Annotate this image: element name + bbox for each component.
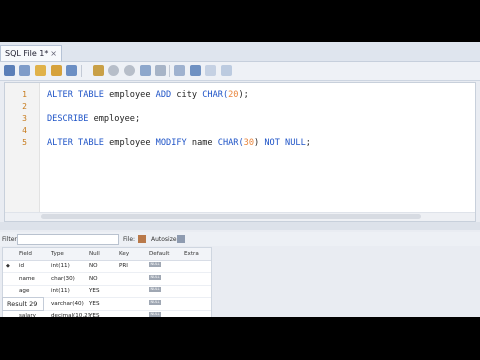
table-cell[interactable]: int(11) [51, 288, 70, 294]
result-filter-bar: Filter: File: Autosize: [0, 232, 480, 246]
toolbar [0, 62, 480, 81]
code-line[interactable]: ALTER TABLE employee ADD city CHAR(20); [47, 90, 249, 100]
tab-sql-file[interactable]: SQL File 1* × [0, 45, 62, 61]
sql-keyword: MODIFY [155, 138, 187, 148]
sql-keyword: CHAR( [202, 90, 229, 100]
refresh-icon[interactable] [124, 65, 135, 76]
null-badge: NULL [149, 274, 161, 280]
open-icon[interactable] [19, 65, 30, 76]
new-sql-icon[interactable] [4, 65, 15, 76]
column-header[interactable]: Extra [184, 251, 199, 257]
code-line[interactable]: ALTER TABLE employee MODIFY name CHAR(30… [47, 138, 311, 148]
sql-text: ; [305, 138, 311, 148]
table-cell[interactable]: int(11) [51, 263, 70, 269]
execute-current-icon[interactable] [51, 65, 62, 76]
null-badge: NULL [149, 299, 161, 305]
sql-number: 30 [243, 138, 254, 148]
lightning-execute-icon[interactable] [35, 65, 46, 76]
sql-keyword: ADD [155, 90, 172, 100]
table-cell[interactable]: varchar(40) [51, 301, 84, 307]
sql-text: ); [238, 90, 249, 100]
invisibles-icon[interactable] [221, 65, 232, 76]
sql-keyword: ALTER TABLE [47, 90, 104, 100]
table-cell[interactable]: name [19, 276, 35, 282]
autocommit-icon[interactable] [140, 65, 151, 76]
letterbox-bottom [0, 317, 480, 360]
sql-keyword: CHAR( [217, 138, 244, 148]
result-tab[interactable]: Result 29 [2, 297, 44, 311]
code-line[interactable]: DESCRIBE employee; [47, 114, 140, 124]
sql-text: employee [103, 90, 156, 100]
tab-bar: SQL File 1* × [0, 42, 480, 62]
sql-keyword: NOT NULL [259, 138, 306, 148]
autosize-label: Autosize: [151, 236, 179, 243]
table-cell[interactable]: YES [89, 288, 100, 294]
explain-icon[interactable] [66, 65, 77, 76]
table-cell[interactable]: NO [89, 263, 98, 269]
table-cell[interactable]: YES [89, 301, 100, 307]
current-row-marker-icon: ◆ [6, 263, 10, 269]
column-header[interactable]: Null [89, 251, 100, 257]
table-row[interactable]: name char(30) NO NULL [3, 273, 211, 286]
sql-keyword: ALTER TABLE [47, 138, 104, 148]
column-header[interactable]: Key [119, 251, 129, 257]
line-number: 2 [22, 102, 27, 111]
find-icon[interactable] [174, 65, 185, 76]
column-header[interactable]: Field [19, 251, 32, 257]
file-label: File: [123, 236, 136, 243]
sql-text: employee; [88, 114, 141, 124]
toolbar-separator [81, 65, 82, 77]
result-tab-label: Result 29 [7, 300, 38, 308]
word-wrap-icon[interactable] [190, 65, 201, 76]
line-number: 1 [22, 90, 27, 99]
table-cell[interactable]: NO [89, 276, 98, 282]
toggle-icon[interactable] [108, 65, 119, 76]
table-cell[interactable]: id [19, 263, 24, 269]
line-number: 4 [22, 126, 27, 135]
table-cell[interactable]: char(30) [51, 276, 75, 282]
autosize-icon[interactable] [177, 235, 185, 243]
sql-number: 20 [228, 90, 239, 100]
filter-input[interactable] [17, 234, 119, 245]
sql-text: city [171, 90, 203, 100]
sql-editor[interactable]: 1 ALTER TABLE employee ADD city CHAR(20);… [4, 82, 476, 222]
line-number: 3 [22, 114, 27, 123]
horizontal-scrollbar[interactable] [5, 212, 475, 221]
tab-label: SQL File 1* [5, 49, 49, 58]
table-row[interactable]: salary decimal(10,2) YES NULL [3, 310, 211, 317]
panel-splitter[interactable] [0, 222, 480, 230]
scrollbar-thumb[interactable] [41, 214, 421, 219]
column-header[interactable]: Default [149, 251, 169, 257]
table-row[interactable]: ◆ id int(11) NO PRI NULL [3, 260, 211, 273]
stop-icon[interactable] [93, 65, 104, 76]
close-icon[interactable]: × [50, 46, 57, 61]
export-icon[interactable] [138, 235, 146, 243]
table-cell[interactable]: PRI [119, 263, 128, 269]
line-number: 5 [22, 138, 27, 147]
sql-text: employee [103, 138, 156, 148]
beautify-icon[interactable] [155, 65, 166, 76]
null-badge: NULL [149, 262, 161, 267]
null-badge: NULL [149, 287, 161, 292]
mysql-workbench-window: SQL File 1* × 1 ALTER TABLE employee ADD … [0, 42, 480, 317]
column-header[interactable]: Type [51, 251, 64, 257]
table-cell[interactable]: age [19, 288, 29, 294]
sql-text: name [186, 138, 218, 148]
sql-keyword: DESCRIBE [47, 114, 89, 124]
snippets-icon[interactable] [205, 65, 216, 76]
toolbar-separator [169, 65, 170, 77]
